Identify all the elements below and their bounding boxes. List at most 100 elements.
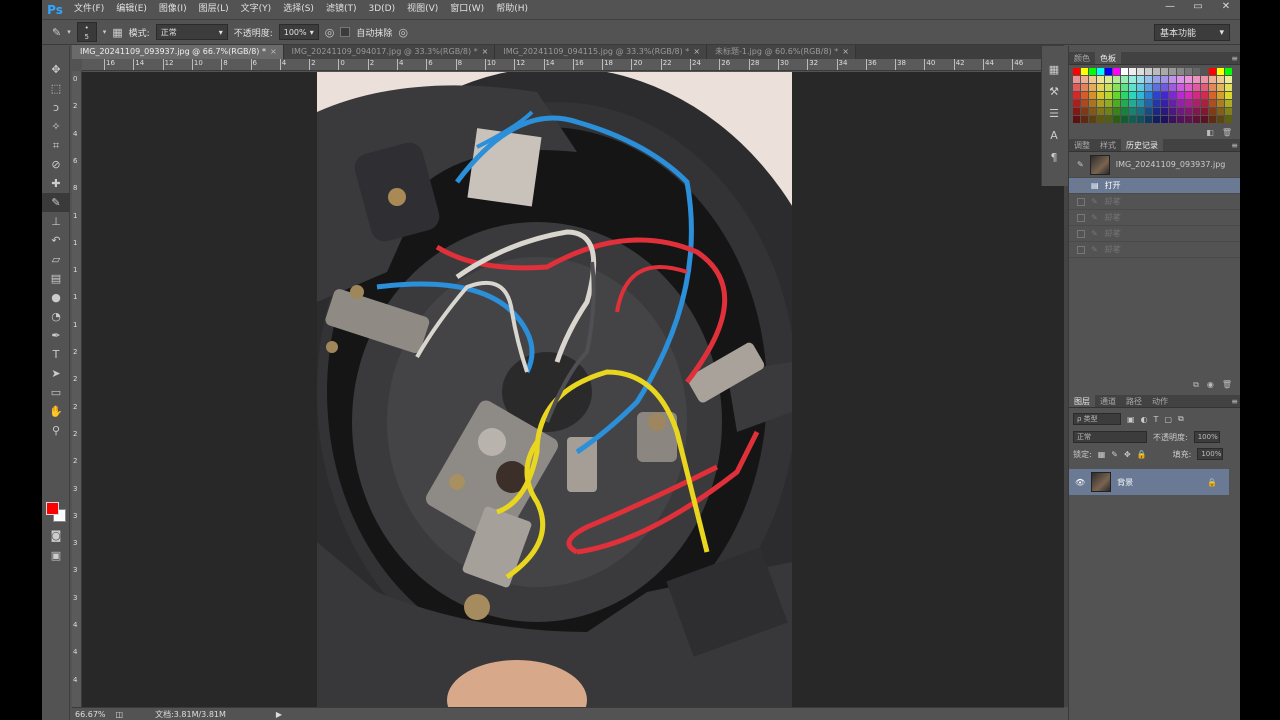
swatch[interactable] [1097, 68, 1104, 75]
swatch[interactable] [1161, 84, 1168, 91]
foreground-color-swatch[interactable] [46, 502, 59, 515]
swatch[interactable] [1185, 116, 1192, 123]
swatch[interactable] [1089, 92, 1096, 99]
chevron-down-icon[interactable]: ▾ [103, 28, 107, 36]
status-icon[interactable]: ◫ [116, 710, 124, 719]
document-tab[interactable]: IMG_20241109_094017.jpg @ 33.3%(RGB/8) *… [283, 45, 496, 59]
swatch[interactable] [1113, 76, 1120, 83]
swatch[interactable] [1201, 68, 1208, 75]
chevron-down-icon[interactable]: ▾ [67, 28, 71, 36]
swatch[interactable] [1129, 116, 1136, 123]
filter-type-icon[interactable]: T [1154, 415, 1159, 424]
lock-all-icon[interactable]: 🔒 [1137, 450, 1147, 459]
swatch[interactable] [1177, 92, 1184, 99]
swatch[interactable] [1177, 108, 1184, 115]
fill-input[interactable]: 100% [1197, 448, 1224, 460]
swatch[interactable] [1097, 76, 1104, 83]
swatch[interactable] [1089, 100, 1096, 107]
paragraph-panel-icon[interactable]: ¶ [1042, 146, 1066, 168]
new-swatch-icon[interactable]: ◧ [1206, 128, 1214, 137]
zoom-level[interactable]: 66.67% [75, 710, 106, 719]
swatch[interactable] [1201, 100, 1208, 107]
swatch[interactable] [1209, 84, 1216, 91]
history-checkbox[interactable] [1077, 229, 1085, 238]
filter-shape-icon[interactable]: ▢ [1164, 415, 1172, 424]
swatch[interactable] [1161, 68, 1168, 75]
swatch[interactable] [1169, 116, 1176, 123]
close-tab-icon[interactable]: × [270, 47, 277, 56]
swatch[interactable] [1073, 76, 1080, 83]
swatch[interactable] [1097, 116, 1104, 123]
swatch[interactable] [1105, 68, 1112, 75]
lock-transparency-icon[interactable]: ▦ [1098, 450, 1106, 459]
swatch[interactable] [1169, 68, 1176, 75]
swatch[interactable] [1129, 68, 1136, 75]
swatch[interactable] [1177, 76, 1184, 83]
swatch[interactable] [1209, 116, 1216, 123]
character-panel-icon[interactable]: A [1042, 124, 1066, 146]
swatch[interactable] [1161, 100, 1168, 107]
zoom-tool-icon[interactable]: ⚲ [42, 421, 70, 440]
swatch[interactable] [1081, 100, 1088, 107]
swatch[interactable] [1225, 84, 1232, 91]
swatch[interactable] [1113, 116, 1120, 123]
swatch[interactable] [1225, 116, 1232, 123]
swatch[interactable] [1193, 108, 1200, 115]
swatch[interactable] [1209, 68, 1216, 75]
close-button[interactable]: ✕ [1220, 0, 1232, 13]
opacity-input[interactable]: 100% ▾ [278, 24, 319, 40]
swatch[interactable] [1177, 100, 1184, 107]
swatch[interactable] [1209, 76, 1216, 83]
swatch[interactable] [1121, 108, 1128, 115]
swatch[interactable] [1105, 100, 1112, 107]
swatch[interactable] [1105, 76, 1112, 83]
swatch[interactable] [1225, 76, 1232, 83]
swatch[interactable] [1193, 76, 1200, 83]
swatch[interactable] [1161, 116, 1168, 123]
swatch[interactable] [1217, 108, 1224, 115]
gradient-tool-icon[interactable]: ▤ [42, 269, 70, 288]
swatch[interactable] [1129, 92, 1136, 99]
history-item[interactable]: ✎ 铅笔 [1069, 242, 1240, 258]
swatch[interactable] [1185, 92, 1192, 99]
swatch[interactable] [1097, 84, 1104, 91]
swatch[interactable] [1217, 68, 1224, 75]
swatch[interactable] [1193, 100, 1200, 107]
pressure-size-icon[interactable]: ◎ [398, 26, 408, 39]
swatch[interactable] [1145, 100, 1152, 107]
tab-actions[interactable]: 动作 [1147, 395, 1173, 407]
swatch[interactable] [1177, 68, 1184, 75]
swatch[interactable] [1209, 108, 1216, 115]
history-item[interactable]: ✎ 铅笔 [1069, 194, 1240, 210]
swatch[interactable] [1161, 108, 1168, 115]
tab-styles[interactable]: 样式 [1095, 139, 1121, 151]
hand-tool-icon[interactable]: ✋ [42, 402, 70, 421]
tab-paths[interactable]: 路径 [1121, 395, 1147, 407]
swatch[interactable] [1129, 84, 1136, 91]
eyedropper-tool-icon[interactable]: ⊘ [42, 155, 70, 174]
swatch[interactable] [1073, 84, 1080, 91]
swatch[interactable] [1201, 116, 1208, 123]
trash-icon[interactable]: 🗑 [1222, 128, 1232, 137]
swatch[interactable] [1153, 76, 1160, 83]
pencil-icon[interactable]: ✎ [52, 26, 61, 39]
swatch[interactable] [1209, 92, 1216, 99]
swatch[interactable] [1081, 68, 1088, 75]
panel-menu-icon[interactable]: ≡ [1231, 139, 1238, 152]
healing-brush-tool-icon[interactable]: ✚ [42, 174, 70, 193]
swatch[interactable] [1201, 108, 1208, 115]
swatch[interactable] [1177, 84, 1184, 91]
swatch[interactable] [1193, 84, 1200, 91]
swatch[interactable] [1105, 84, 1112, 91]
minimize-button[interactable]: — [1164, 0, 1176, 13]
history-item[interactable]: ▤ 打开 [1069, 178, 1240, 194]
color-panel-icon[interactable]: ▦ [1042, 58, 1066, 80]
swatch[interactable] [1073, 108, 1080, 115]
swatch[interactable] [1169, 108, 1176, 115]
menu-item[interactable]: 窗口(W) [444, 0, 490, 19]
blur-tool-icon[interactable]: ● [42, 288, 70, 307]
menu-item[interactable]: 滤镜(T) [320, 0, 363, 19]
document-tab[interactable]: IMG_20241109_093937.jpg @ 66.7%(RGB/8) *… [72, 45, 284, 59]
mode-select[interactable]: 正常 ▾ [155, 24, 228, 40]
swatch[interactable] [1225, 92, 1232, 99]
